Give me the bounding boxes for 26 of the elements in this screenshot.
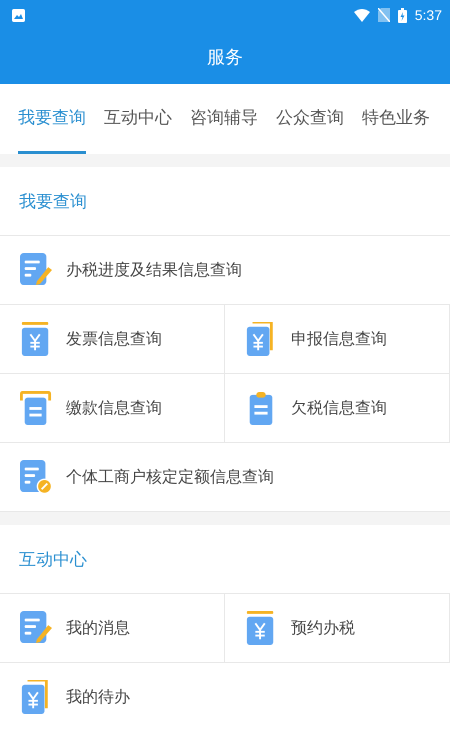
menu-item[interactable]: 欠税信息查询 [225,374,450,443]
no-sim-icon [378,8,390,22]
document-badge-icon [20,460,52,494]
framed-list-icon [20,391,52,425]
tab[interactable]: 我要查询 [18,84,86,154]
menu-item[interactable]: 个体工商户核定定额信息查询 [0,443,450,512]
menu-item[interactable]: 申报信息查询 [225,305,450,374]
tab[interactable]: 公众查询 [276,84,344,154]
battery-charging-icon [398,8,407,22]
document-pencil-icon [20,253,52,287]
image-icon [12,8,25,22]
tab[interactable]: 特色业务 [362,84,430,154]
menu-item[interactable]: 预约办税 [225,594,450,663]
menu-item[interactable]: 我的消息 [0,594,225,663]
menu-item[interactable]: 我的待办 [0,663,225,730]
section-title: 我要查询 [19,190,87,212]
menu-item[interactable]: 缴款信息查询 [0,374,225,443]
document-pencil-icon [20,611,52,645]
tab[interactable]: 咨询辅导 [190,84,258,154]
page-title: 服务 [207,46,243,69]
tab[interactable]: 互动中心 [104,84,172,154]
menu-item[interactable]: 办税进度及结果信息查询 [0,236,450,305]
menu-item[interactable]: 发票信息查询 [0,305,225,374]
clock-time: 5:37 [414,7,442,23]
section-title: 互动中心 [19,548,87,570]
wifi-icon [354,8,370,22]
